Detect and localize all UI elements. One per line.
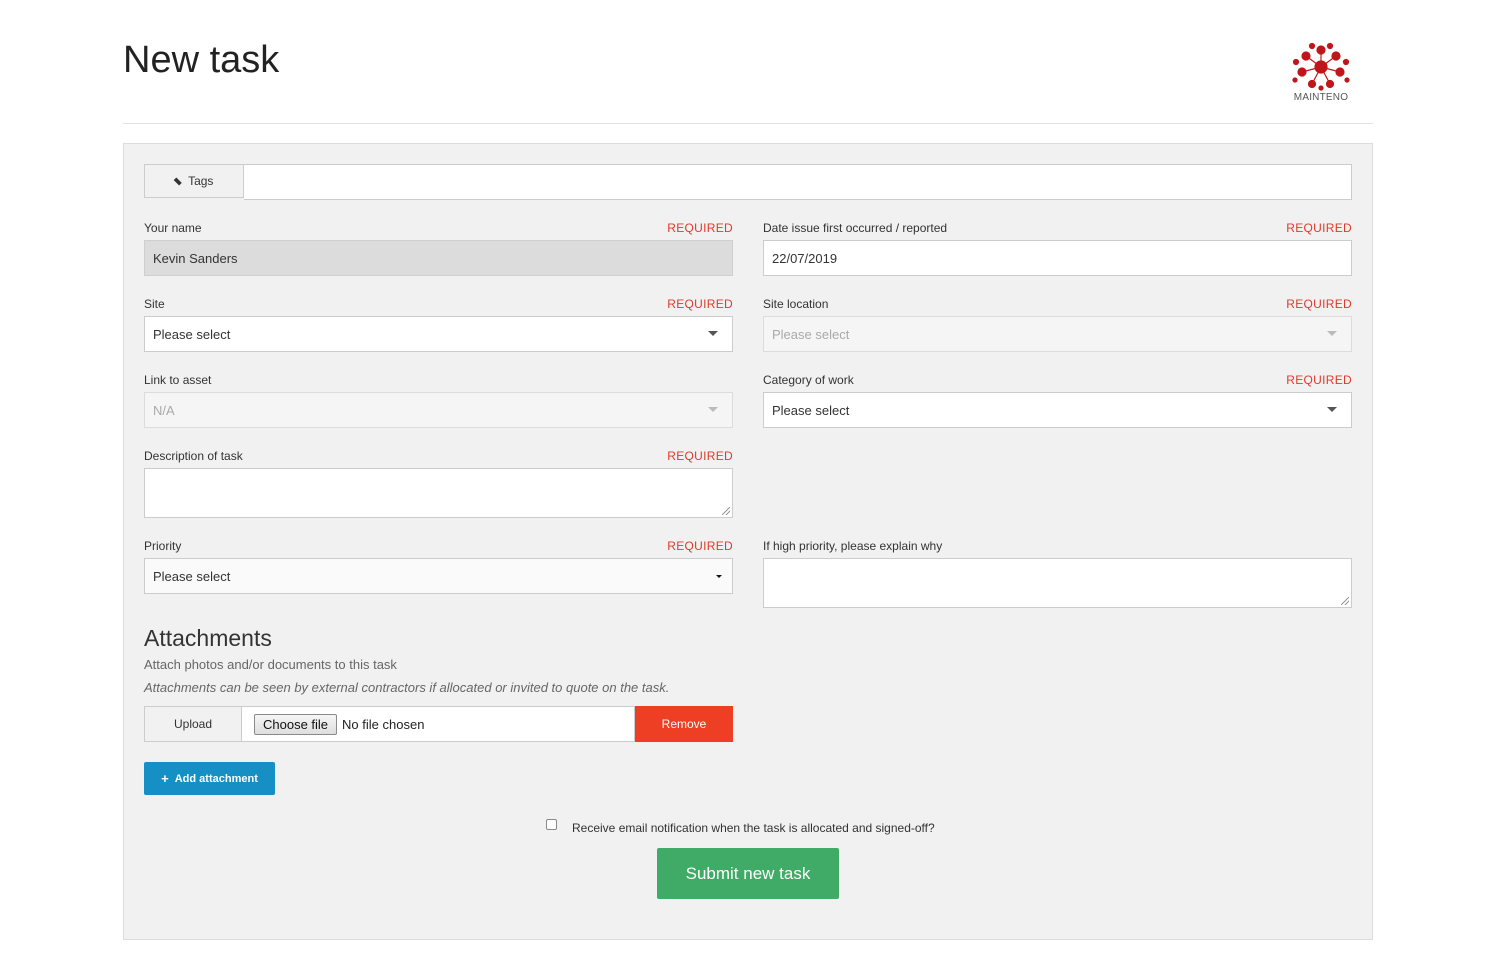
priority-required: REQUIRED [667, 539, 733, 553]
page-title: New task [123, 39, 280, 81]
attachments-heading: Attachments [144, 625, 272, 651]
your-name-required: REQUIRED [667, 221, 733, 235]
date-label: Date issue first occurred / reported [763, 221, 948, 235]
choose-file-button[interactable]: Choose file [254, 713, 338, 735]
your-name-field: Kevin Sanders [144, 240, 733, 276]
description-label: Description of task [144, 449, 243, 463]
caret-down-icon [716, 575, 722, 578]
site-label: Site [144, 297, 165, 311]
logo-mark-icon [1292, 42, 1350, 91]
your-name-value: Kevin Sanders [153, 250, 238, 266]
resize-grip-icon[interactable] [722, 507, 730, 515]
link-to-asset-label: Link to asset [144, 373, 212, 387]
site-location-value: Please select [772, 326, 850, 342]
category-value: Please select [772, 402, 850, 418]
priority-select[interactable]: Please select [144, 558, 733, 594]
site-select[interactable]: Please select [144, 316, 733, 352]
high-priority-textarea[interactable] [763, 558, 1352, 608]
category-label: Category of work [763, 373, 854, 387]
category-required: REQUIRED [1286, 373, 1352, 387]
attachments-subtitle: Attach photos and/or documents to this t… [144, 657, 397, 672]
site-location-select: Please select [763, 316, 1352, 352]
add-attachment-button[interactable]: + Add attachment [144, 762, 275, 795]
link-to-asset-value: N/A [153, 402, 175, 418]
site-required: REQUIRED [667, 297, 733, 311]
caret-down-icon [1327, 407, 1337, 412]
site-location-label: Site location [763, 297, 829, 311]
date-value: 22/07/2019 [772, 250, 838, 266]
logo-text: MAINTENO [1293, 92, 1349, 103]
resize-grip-icon[interactable] [1341, 597, 1349, 605]
attachments-note: Attachments can be seen by external cont… [144, 680, 670, 695]
caret-down-icon [1327, 331, 1337, 336]
description-textarea[interactable] [144, 468, 733, 518]
description-required: REQUIRED [667, 449, 733, 463]
high-priority-label: If high priority, please explain why [763, 539, 943, 553]
add-attachment-label: Add attachment [174, 772, 258, 785]
tags-addon: ▮ Tags [144, 164, 244, 198]
no-file-text: No file chosen [342, 716, 425, 732]
date-required: REQUIRED [1286, 221, 1352, 235]
plus-icon: + [161, 771, 169, 786]
priority-label: Priority [144, 539, 182, 553]
remove-attachment-button[interactable]: Remove [635, 706, 733, 742]
caret-down-icon [708, 407, 718, 412]
submit-task-button[interactable]: Submit new task [657, 848, 839, 899]
date-field[interactable]: 22/07/2019 [763, 240, 1352, 276]
site-location-required: REQUIRED [1286, 297, 1352, 311]
site-select-value: Please select [153, 326, 231, 342]
mainteno-logo: MAINTENO [1288, 42, 1354, 106]
upload-addon: Upload [144, 706, 242, 742]
email-notification-checkbox[interactable] [546, 819, 557, 830]
link-to-asset-select: N/A [144, 392, 733, 428]
email-notification-label[interactable]: Receive email notification when the task… [572, 821, 935, 835]
file-input[interactable]: Choose file No file chosen [242, 706, 635, 742]
category-select[interactable]: Please select [763, 392, 1352, 428]
tag-icon: ▮ [171, 175, 184, 187]
header-divider [123, 123, 1373, 124]
new-task-form: ▮ Tags Your name REQUIRED Kevin Sanders … [123, 143, 1373, 940]
caret-down-icon [708, 331, 718, 336]
tags-label: Tags [188, 174, 214, 188]
tags-input[interactable] [244, 164, 1352, 200]
priority-value: Please select [153, 568, 231, 584]
your-name-label: Your name [144, 221, 202, 235]
